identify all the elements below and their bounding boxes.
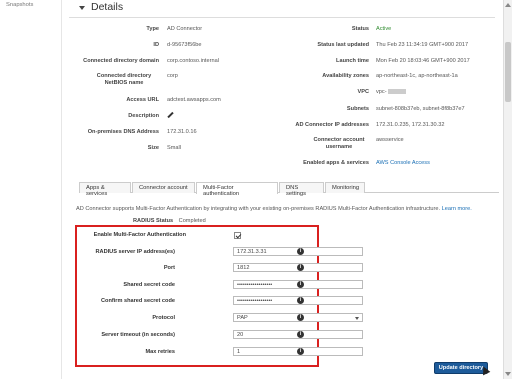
max-retries-label: Max retries bbox=[145, 349, 175, 355]
vpc-value: vpc- bbox=[376, 89, 406, 96]
radius-ip-info-icon[interactable]: i bbox=[297, 248, 304, 255]
max-retries-info-icon[interactable]: i bbox=[297, 348, 304, 355]
scroll-up-arrow-icon[interactable] bbox=[505, 3, 511, 7]
ip-addresses-label: AD Connector IP addresses bbox=[295, 122, 369, 128]
protocol-selected-value: PAP bbox=[237, 315, 248, 321]
status-updated-label: Status last updated bbox=[317, 42, 369, 48]
dns-address-label: On-premises DNS Address bbox=[87, 129, 159, 135]
status-updated-value: Thu Feb 23 11:34:19 GMT+900 2017 bbox=[376, 42, 469, 48]
az-value: ap-northeast-1c, ap-northeast-1a bbox=[376, 73, 458, 79]
netbios-label: Connected directory NetBIOS name bbox=[96, 73, 152, 86]
protocol-label: Protocol bbox=[152, 315, 175, 321]
connector-account-value: awsservice bbox=[376, 137, 404, 143]
connector-account-label: Connector account username bbox=[313, 137, 365, 150]
dns-address-value: 172.31.0.16 bbox=[167, 129, 197, 135]
details-header[interactable]: Details bbox=[69, 0, 495, 18]
access-url-value: adctest.awsapps.com bbox=[167, 97, 221, 103]
status-label: Status bbox=[351, 26, 369, 32]
id-value: d-95673f56be bbox=[167, 42, 202, 48]
port-info-icon[interactable]: i bbox=[297, 264, 304, 271]
launch-time-value: Mon Feb 20 18:03:46 GMT+900 2017 bbox=[376, 58, 470, 64]
port-label: Port bbox=[163, 265, 175, 271]
subnets-value: subnet-808b37eb, subnet-8f8b37e7 bbox=[376, 106, 465, 112]
enable-mfa-checkbox[interactable] bbox=[234, 232, 241, 239]
vpc-label: VPC bbox=[357, 89, 369, 95]
shared-secret-info-icon[interactable]: i bbox=[297, 281, 304, 288]
confirm-secret-info-icon[interactable]: i bbox=[297, 297, 304, 304]
chevron-down-icon bbox=[355, 317, 359, 320]
sidebar: Snapshots bbox=[0, 0, 62, 379]
vertical-scrollbar[interactable] bbox=[503, 0, 512, 379]
vpc-id-redacted bbox=[387, 89, 406, 95]
id-label: ID bbox=[153, 42, 159, 48]
access-url-label: Access URL bbox=[126, 97, 159, 103]
pencil-icon[interactable] bbox=[167, 111, 174, 119]
tab-multi-factor-authentication[interactable]: Multi-Factor authentication bbox=[196, 182, 278, 197]
radius-status: RADIUS Status Completed bbox=[133, 218, 206, 224]
tab-monitoring[interactable]: Monitoring bbox=[325, 182, 365, 193]
server-timeout-label: Server timeout (in seconds) bbox=[101, 332, 175, 338]
description-label: Description bbox=[128, 113, 159, 119]
type-value: AD Connector bbox=[167, 26, 203, 32]
size-label: Size bbox=[147, 145, 159, 151]
enable-mfa-label: Enable Multi-Factor Authentication bbox=[93, 232, 186, 238]
description-edit[interactable] bbox=[167, 111, 174, 119]
radius-status-label: RADIUS Status bbox=[133, 218, 174, 224]
tab-bar: Apps & services Connector account Multi-… bbox=[79, 182, 499, 197]
radius-ip-label: RADIUS server IP address(es) bbox=[95, 249, 176, 255]
radius-status-value: Completed bbox=[178, 218, 206, 224]
tab-connector-account[interactable]: Connector account bbox=[132, 182, 195, 193]
az-label: Availability zones bbox=[322, 73, 369, 79]
shared-secret-label: Shared secret code bbox=[123, 282, 175, 288]
status-value: Active bbox=[376, 26, 392, 32]
main-content: Details Type AD Connector ID d-95673f56b… bbox=[63, 0, 501, 379]
netbios-value: corp bbox=[167, 73, 178, 79]
protocol-info-icon[interactable]: i bbox=[297, 314, 304, 321]
ip-addresses-value: 172.31.0.235, 172.31.30.32 bbox=[376, 122, 445, 128]
subnets-label: Subnets bbox=[346, 106, 369, 112]
server-timeout-info-icon[interactable]: i bbox=[297, 331, 304, 338]
scroll-down-arrow-icon[interactable] bbox=[505, 372, 511, 376]
details-title: Details bbox=[91, 1, 124, 13]
confirm-secret-label: Confirm shared secret code bbox=[101, 298, 175, 304]
sidebar-item-snapshots[interactable]: Snapshots bbox=[6, 2, 33, 8]
tab-apps-services[interactable]: Apps & services bbox=[79, 182, 131, 197]
type-label: Type bbox=[146, 26, 159, 32]
learn-more-link[interactable]: Learn more. bbox=[442, 206, 472, 212]
connected-domain-value: corp.contoso.internal bbox=[167, 58, 219, 64]
enabled-apps-label: Enabled apps & services bbox=[303, 160, 369, 166]
mfa-description-text: AD Connector supports Multi-Factor Authe… bbox=[76, 206, 441, 212]
aws-console-access-link[interactable]: AWS Console Access bbox=[376, 160, 430, 167]
vpc-id-prefix: vpc- bbox=[376, 89, 387, 95]
connected-domain-label: Connected directory domain bbox=[83, 58, 159, 64]
tab-dns-settings[interactable]: DNS settings bbox=[279, 182, 324, 197]
mfa-description: AD Connector supports Multi-Factor Authe… bbox=[76, 206, 472, 212]
size-value: Small bbox=[167, 145, 181, 151]
launch-time-label: Launch time bbox=[336, 58, 369, 64]
caret-down-icon[interactable] bbox=[79, 6, 85, 10]
scroll-thumb[interactable] bbox=[505, 42, 511, 102]
